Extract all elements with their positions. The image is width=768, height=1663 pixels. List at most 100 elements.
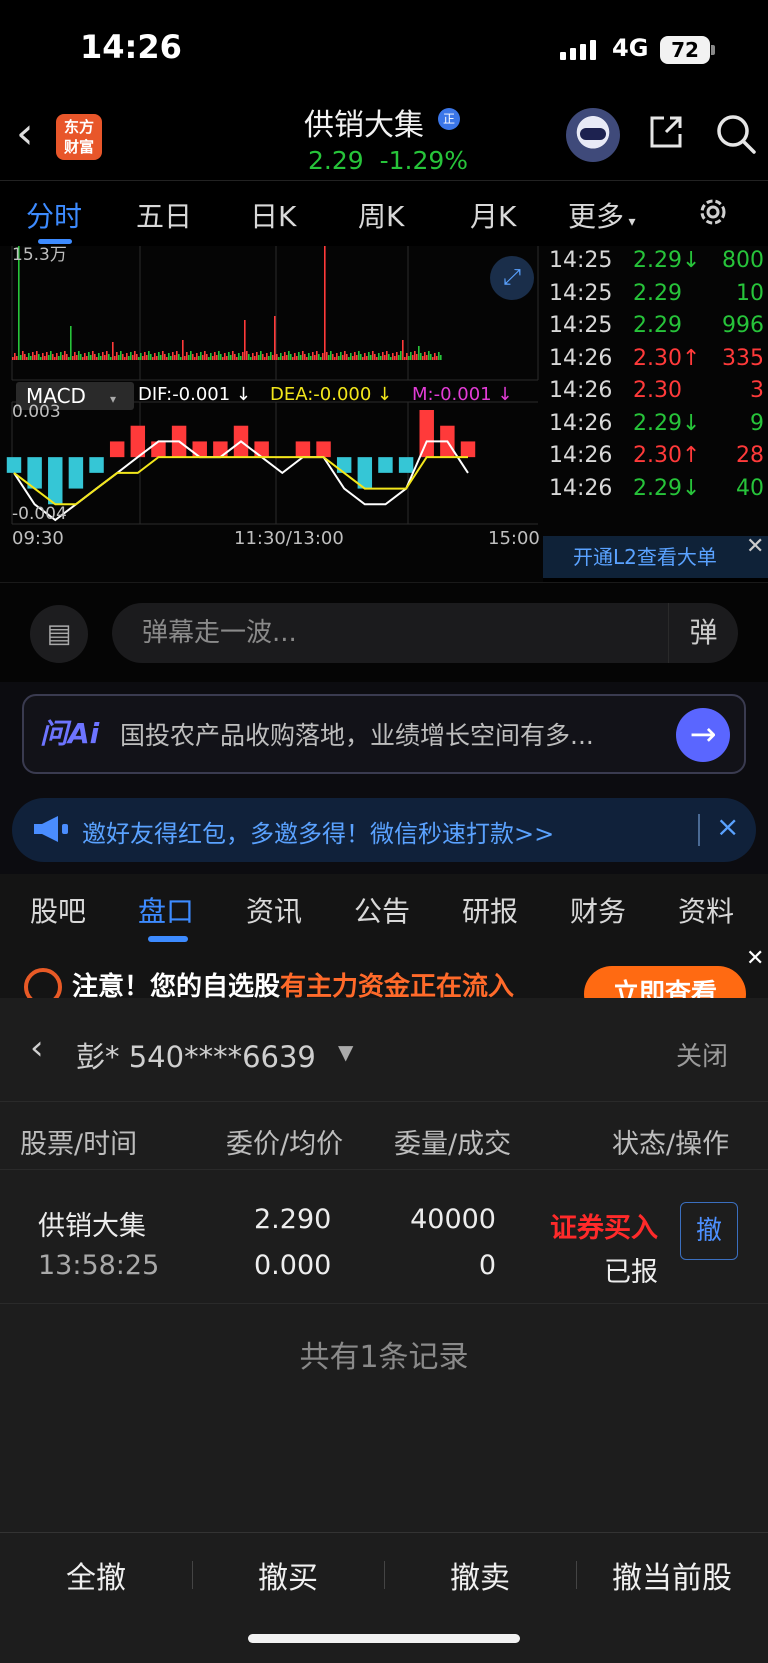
volume-bar <box>364 353 366 360</box>
trade-row: 14:26 2.30↑ 335 <box>543 346 768 380</box>
view-now-button[interactable]: 立即查看 <box>584 966 746 998</box>
volume-bar <box>396 352 398 360</box>
home-indicator[interactable] <box>248 1634 520 1643</box>
volume-bar <box>82 357 84 360</box>
volume-bar <box>142 356 144 360</box>
trade-time: 14:25 <box>549 313 613 338</box>
tab-announcements[interactable]: 公告 <box>354 890 410 930</box>
volume-bar <box>298 352 300 360</box>
tab-intraday[interactable]: 分时 <box>26 195 82 235</box>
volume-bar <box>402 340 404 360</box>
volume-bar <box>320 357 322 360</box>
volume-bar <box>414 351 416 360</box>
volume-bar <box>214 352 216 360</box>
danmu-toggle-button[interactable]: 弹 <box>668 603 738 663</box>
volume-bar <box>314 355 316 360</box>
volume-bar <box>100 356 102 360</box>
order-cancel-panel: ‹ 彭* 540****6639 ▼ 关闭 股票/时间 委价/均价 委量/成交 … <box>0 998 768 1532</box>
volume-bar <box>30 356 32 360</box>
search-icon[interactable] <box>714 112 758 156</box>
volume-bar <box>344 351 346 360</box>
m-value: M:-0.001 ↓ <box>412 384 513 405</box>
volume-bar <box>438 352 440 360</box>
ai-question-text: 国投农产品收购落地，业绩增长空间有多... <box>120 721 594 750</box>
volume-bar <box>378 353 380 360</box>
trade-time: 14:25 <box>549 248 613 273</box>
share-icon[interactable] <box>646 112 686 152</box>
promo-close-icon[interactable]: × <box>716 810 739 843</box>
order-row[interactable]: 供销大集 13:58:25 2.290 0.000 40000 0 证券买入 已… <box>0 1170 768 1304</box>
volume-bar <box>370 355 372 360</box>
account-selector[interactable]: 彭* 540****6639 <box>76 1034 316 1076</box>
intraday-chart[interactable]: 15.3万 ⤢ MACD ▾ DIF:-0.001 ↓ DEA:-0.000 ↓ … <box>0 238 543 582</box>
app-logo[interactable]: 东方 财富 <box>56 114 102 160</box>
fund-flow-notice[interactable]: 注意！您的自选股有主力资金正在流入 立即查看 ✕ <box>0 946 768 998</box>
trade-time: 14:26 <box>549 475 613 501</box>
tab-guba[interactable]: 股吧 <box>30 890 86 930</box>
tab-five-day[interactable]: 五日 <box>136 195 192 235</box>
volume-bar <box>20 355 22 360</box>
macd-bar <box>336 457 352 473</box>
volume-bar <box>104 355 106 360</box>
gear-icon[interactable] <box>696 195 730 229</box>
status-bar: 14:26 4G 72 <box>0 0 768 100</box>
tab-monthly-k[interactable]: 月K <box>470 195 516 235</box>
tab-pankou[interactable]: 盘口 <box>138 890 194 930</box>
order-filled-qty: 0 <box>478 1250 496 1281</box>
volume-bar <box>374 354 376 360</box>
expand-icon[interactable]: ⤢ <box>490 256 534 300</box>
volume-bar <box>312 352 314 360</box>
macd-bar <box>89 457 104 473</box>
back-icon[interactable]: ‹ <box>16 112 34 156</box>
volume-bar <box>416 354 418 360</box>
volume-bar <box>154 353 156 360</box>
trade-row: 14:26 2.30↑ 28 <box>543 443 768 477</box>
volume-bar <box>310 356 312 360</box>
volume-bar <box>246 351 248 360</box>
volume-bar <box>156 356 158 360</box>
volume-bar <box>372 351 374 360</box>
cancel-sell-button[interactable]: 撤卖 <box>384 1553 576 1597</box>
volume-bar <box>338 356 340 360</box>
danmu-settings-icon[interactable]: ▤ <box>30 605 88 663</box>
volume-bar <box>74 352 76 360</box>
tab-finance[interactable]: 财务 <box>570 890 626 930</box>
trade-time: 14:25 <box>549 280 613 306</box>
tab-news[interactable]: 资讯 <box>246 890 302 930</box>
tab-more[interactable]: 更多 ▾ <box>568 195 636 235</box>
volume-bar <box>358 351 360 360</box>
l2-banner[interactable]: 开通L2查看大单 <box>543 536 768 578</box>
notice-close-icon[interactable]: ✕ <box>746 946 764 971</box>
chevron-down-icon[interactable]: ▼ <box>338 1040 353 1064</box>
volume-bar <box>434 353 436 360</box>
volume-bar <box>322 353 324 360</box>
cancel-buy-button[interactable]: 撤买 <box>192 1553 384 1597</box>
close-panel-button[interactable]: 关闭 <box>676 1036 728 1073</box>
col-stock-time: 股票/时间 <box>20 1129 138 1160</box>
col-status: 状态/操作 <box>612 1129 730 1160</box>
l2-close-icon[interactable]: ✕ <box>746 534 764 559</box>
volume-bar <box>222 357 224 360</box>
ai-question-bar[interactable]: 问Ai 国投农产品收购落地，业绩增长空间有多... → <box>22 694 746 774</box>
cancel-current-stock-button[interactable]: 撤当前股 <box>576 1553 768 1597</box>
ai-go-arrow-icon[interactable]: → <box>676 708 730 762</box>
invite-promo-banner[interactable]: 邀好友得红包，多邀多得！微信秒速打款>> × <box>12 798 756 862</box>
volume-bar <box>120 351 122 360</box>
tab-daily-k[interactable]: 日K <box>250 195 296 235</box>
volume-bar <box>192 354 194 360</box>
volume-bar <box>52 354 54 360</box>
danmu-input[interactable]: 弹幕走一波... <box>112 603 738 663</box>
danmu-bar: ▤ 弹幕走一波... 弹 <box>0 582 768 682</box>
panel-back-icon[interactable]: ‹ <box>30 1028 44 1068</box>
volume-bar <box>260 351 262 360</box>
volume-bar <box>172 352 174 360</box>
volume-bar <box>132 355 134 360</box>
tab-profile[interactable]: 资料 <box>678 890 734 930</box>
tab-weekly-k[interactable]: 周K <box>358 195 404 235</box>
tab-research[interactable]: 研报 <box>462 890 518 930</box>
volume-bar <box>158 352 160 360</box>
macd-bar <box>295 441 311 458</box>
promo-section: 邀好友得红包，多邀多得！微信秒速打款>> × <box>0 782 768 874</box>
cancel-all-button[interactable]: 全撤 <box>0 1553 192 1597</box>
cancel-order-button[interactable]: 撤 <box>680 1202 738 1260</box>
